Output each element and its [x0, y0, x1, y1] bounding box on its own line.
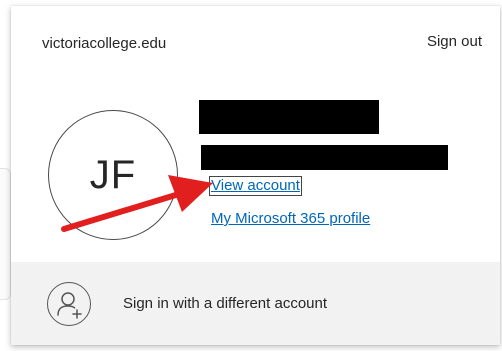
arrow-shaft [61, 191, 182, 232]
redacted-user-name [199, 100, 379, 134]
screenshot-stage: victoriacollege.edu Sign out JF View acc… [0, 0, 502, 351]
add-person-glyph [57, 292, 82, 319]
microsoft-365-profile-link[interactable]: My Microsoft 365 profile [211, 210, 370, 228]
red-arrow-annotation [61, 175, 213, 232]
sign-in-different-account-button[interactable]: Sign in with a different account [11, 262, 500, 345]
background-card-edge [0, 168, 11, 300]
account-manager-panel: victoriacollege.edu Sign out JF View acc… [11, 6, 500, 345]
add-person-icon [47, 282, 91, 326]
sign-in-different-account-label: Sign in with a different account [123, 295, 328, 312]
organization-name: victoriacollege.edu [42, 35, 167, 52]
view-account-link[interactable]: View account [209, 176, 302, 196]
sign-out-button[interactable]: Sign out [427, 33, 482, 50]
redacted-user-email [201, 145, 448, 170]
